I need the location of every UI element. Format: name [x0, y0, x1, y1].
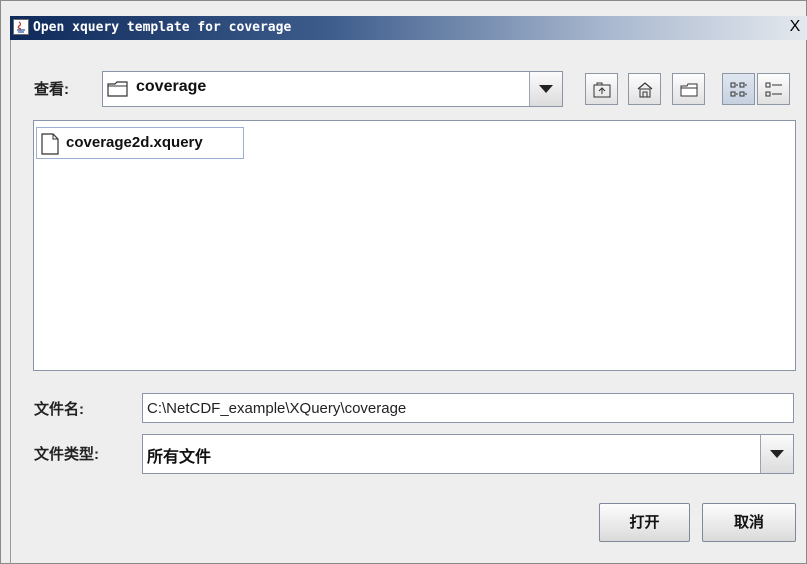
chevron-down-icon — [539, 85, 553, 93]
new-folder-button[interactable] — [672, 73, 705, 105]
list-view-button[interactable] — [722, 73, 755, 105]
look-in-label: 查看: — [34, 81, 69, 98]
file-icon — [40, 133, 60, 160]
file-type-label: 文件类型: — [34, 446, 99, 463]
details-view-icon — [765, 82, 782, 97]
window-edge — [10, 40, 11, 564]
look-in-value: coverage — [136, 78, 207, 95]
chevron-down-icon — [770, 450, 784, 458]
close-icon: X — [789, 18, 801, 35]
cancel-button[interactable]: 取消 — [702, 503, 796, 542]
close-button[interactable]: X — [786, 18, 804, 36]
list-view-icon — [730, 82, 747, 97]
look-in-dropdown-button[interactable] — [529, 72, 562, 106]
file-name-field[interactable] — [142, 393, 794, 423]
file-type-value: 所有文件 — [147, 449, 212, 466]
up-one-level-button[interactable] — [585, 73, 618, 105]
window-title: Open xquery template for coverage — [33, 20, 292, 35]
folder-icon — [107, 80, 129, 103]
up-folder-icon — [593, 82, 611, 98]
file-name: coverage2d.xquery — [66, 134, 203, 151]
file-name-label: 文件名: — [34, 401, 84, 418]
open-button[interactable]: 打开 — [599, 503, 690, 542]
home-icon — [637, 82, 653, 98]
details-view-button[interactable] — [757, 73, 790, 105]
file-type-combo[interactable] — [142, 434, 794, 474]
new-folder-icon — [680, 83, 698, 97]
file-type-dropdown-button[interactable] — [760, 435, 793, 473]
home-button[interactable] — [628, 73, 661, 105]
java-icon — [13, 19, 29, 35]
